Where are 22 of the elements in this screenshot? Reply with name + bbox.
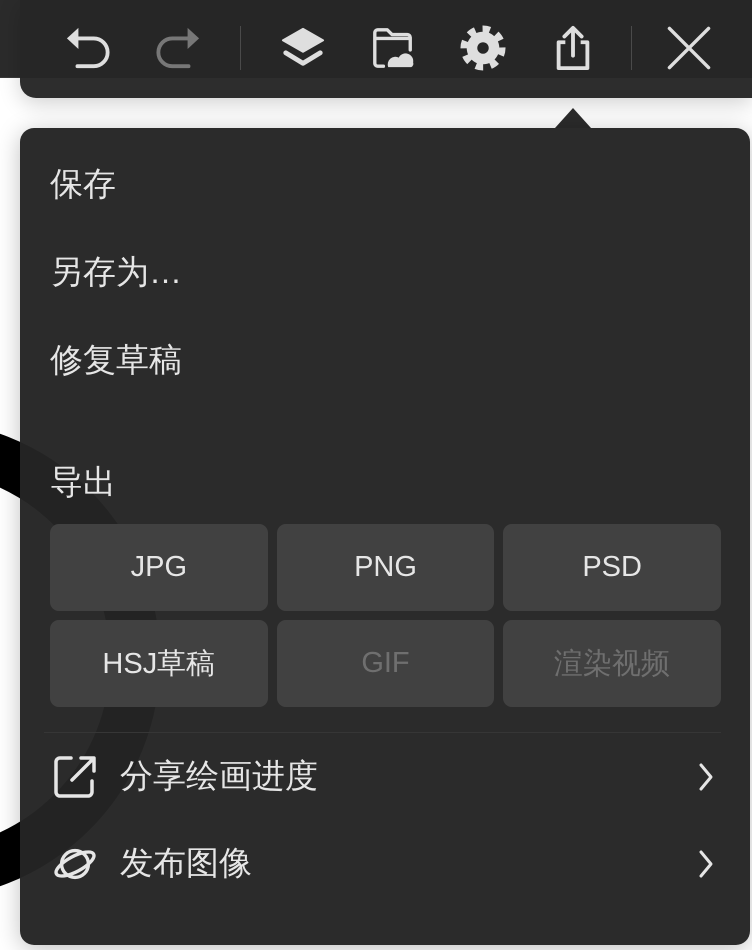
close-icon: [666, 25, 712, 71]
action-label: 发布图像: [120, 843, 253, 883]
redo-icon: [155, 25, 201, 71]
format-button[interactable]: PNG: [276, 524, 494, 611]
publish-image-item[interactable]: 发布图像: [50, 820, 721, 907]
menu-item[interactable]: 另存为…: [50, 228, 182, 316]
format-button[interactable]: JPG: [50, 524, 268, 611]
toolbar-divider: [631, 26, 632, 70]
undo-icon: [65, 25, 111, 71]
chevron-right-icon: [698, 848, 714, 878]
share-progress-item[interactable]: 分享绘画进度: [50, 733, 721, 820]
external-link-icon: [52, 754, 98, 800]
action-label: 分享绘画进度: [120, 756, 319, 796]
settings-icon: [460, 25, 506, 71]
section-title: 导出: [50, 462, 116, 502]
format-button[interactable]: HSJ草稿: [50, 620, 268, 707]
menu-item[interactable]: 修复草稿: [50, 316, 182, 404]
menu-item[interactable]: 保存: [50, 140, 116, 228]
folder-icon: [370, 25, 416, 71]
format-button[interactable]: PSD: [503, 524, 721, 611]
toolbar-divider: [240, 26, 241, 70]
chevron-right-icon: [698, 762, 714, 792]
